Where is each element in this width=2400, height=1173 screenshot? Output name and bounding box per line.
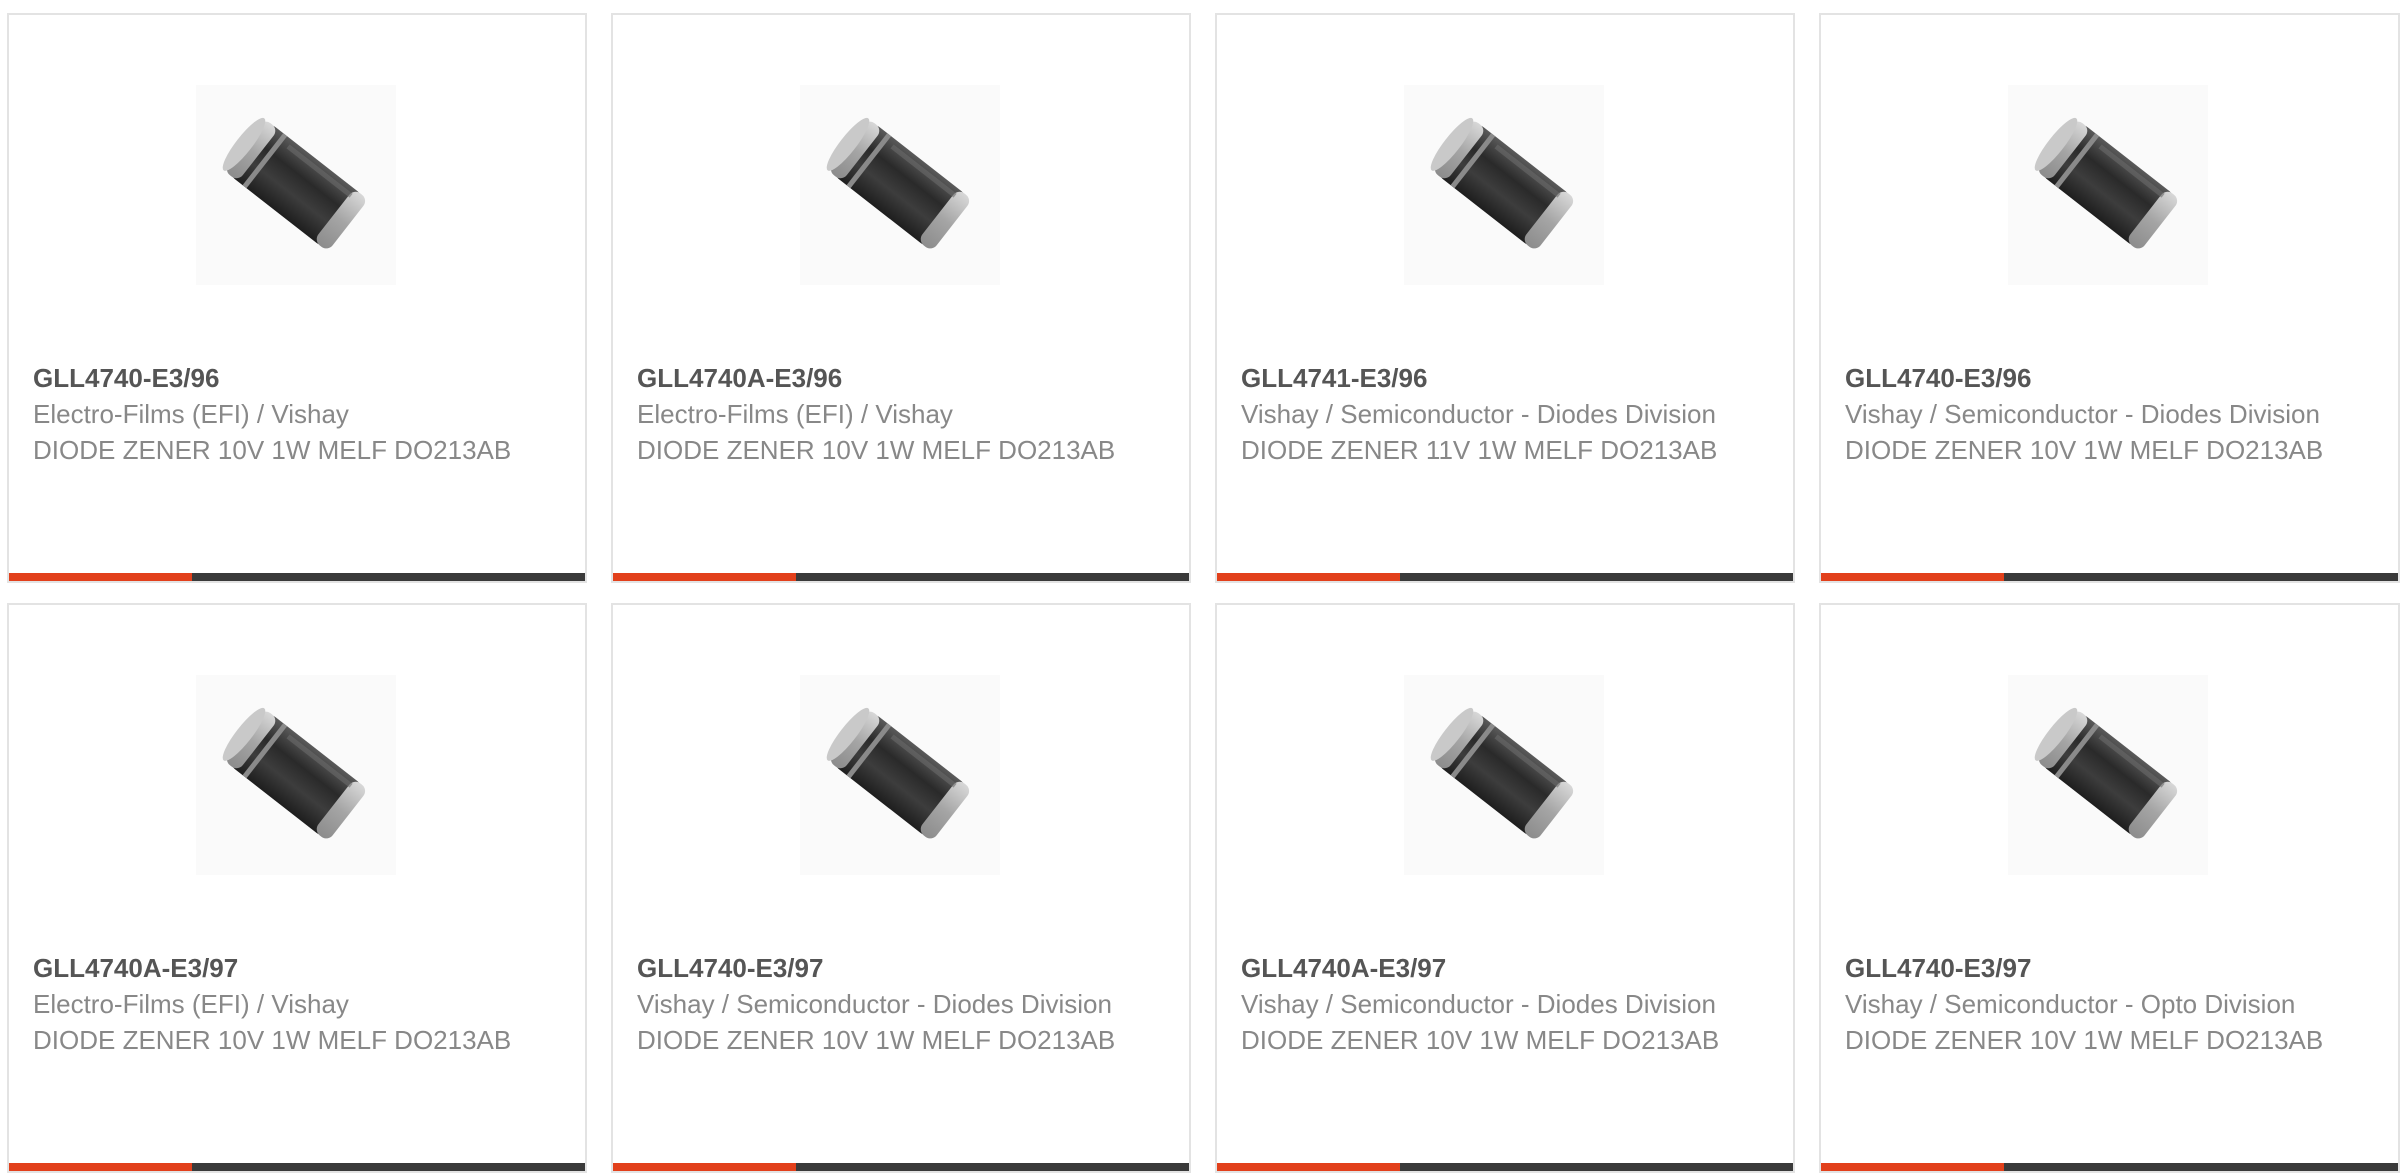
description: DIODE ZENER 10V 1W MELF DO213AB <box>1241 1025 1720 1055</box>
manufacturer: Electro-Films (EFI) / Vishay <box>33 989 349 1019</box>
part-number[interactable]: GLL4740-E3/97 <box>1845 950 2345 986</box>
product-card[interactable]: GLL4740A-E3/96 Electro-Films (EFI) / Vis… <box>611 13 1191 583</box>
melf-diode-icon <box>2029 113 2181 252</box>
melf-diode-icon <box>217 113 369 252</box>
melf-diode-icon <box>821 113 973 252</box>
card-accent-bar <box>613 573 1189 581</box>
card-accent-bar <box>1821 573 2398 581</box>
description: DIODE ZENER 10V 1W MELF DO213AB <box>1845 1025 2324 1055</box>
product-image <box>196 675 396 875</box>
card-accent-bar <box>1217 573 1793 581</box>
card-accent-highlight <box>613 1163 796 1171</box>
product-image <box>1404 675 1604 875</box>
melf-diode-icon <box>217 703 369 842</box>
product-card[interactable]: GLL4740A-E3/97 Electro-Films (EFI) / Vis… <box>7 603 587 1173</box>
product-image <box>196 85 396 285</box>
product-image <box>2008 85 2208 285</box>
product-card[interactable]: GLL4740-E3/97 Vishay / Semiconductor - O… <box>1819 603 2400 1173</box>
product-card[interactable]: GLL4740A-E3/97 Vishay / Semiconductor - … <box>1215 603 1795 1173</box>
part-number[interactable]: GLL4740-E3/96 <box>1845 360 2345 396</box>
manufacturer: Vishay / Semiconductor - Diodes Division <box>1241 399 1716 429</box>
card-accent-highlight <box>1217 573 1400 581</box>
description: DIODE ZENER 11V 1W MELF DO213AB <box>1241 435 1718 465</box>
product-image <box>2008 675 2208 875</box>
product-image <box>800 85 1000 285</box>
product-card[interactable]: GLL4740-E3/97 Vishay / Semiconductor - D… <box>611 603 1191 1173</box>
product-image <box>800 675 1000 875</box>
melf-diode-icon <box>2029 703 2181 842</box>
card-accent-highlight <box>1217 1163 1400 1171</box>
card-accent-bar <box>9 1163 585 1171</box>
product-card[interactable]: GLL4741-E3/96 Vishay / Semiconductor - D… <box>1215 13 1795 583</box>
card-accent-bar <box>1217 1163 1793 1171</box>
part-number[interactable]: GLL4740A-E3/97 <box>33 950 533 986</box>
part-number[interactable]: GLL4741-E3/96 <box>1241 360 1741 396</box>
part-number[interactable]: GLL4740-E3/96 <box>33 360 533 396</box>
description: DIODE ZENER 10V 1W MELF DO213AB <box>637 1025 1116 1055</box>
product-card[interactable]: GLL4740-E3/96 Electro-Films (EFI) / Vish… <box>7 13 587 583</box>
card-accent-highlight <box>9 1163 192 1171</box>
manufacturer: Vishay / Semiconductor - Diodes Division <box>637 989 1112 1019</box>
card-accent-bar <box>1821 1163 2398 1171</box>
card-accent-bar <box>613 1163 1189 1171</box>
manufacturer: Electro-Films (EFI) / Vishay <box>33 399 349 429</box>
card-accent-highlight <box>613 573 796 581</box>
melf-diode-icon <box>821 703 973 842</box>
card-accent-highlight <box>9 573 192 581</box>
part-number[interactable]: GLL4740A-E3/96 <box>637 360 1137 396</box>
description: DIODE ZENER 10V 1W MELF DO213AB <box>33 435 512 465</box>
melf-diode-icon <box>1425 703 1577 842</box>
product-image <box>1404 85 1604 285</box>
manufacturer: Vishay / Semiconductor - Opto Division <box>1845 989 2296 1019</box>
card-accent-highlight <box>1821 573 2004 581</box>
part-number[interactable]: GLL4740-E3/97 <box>637 950 1137 986</box>
manufacturer: Vishay / Semiconductor - Diodes Division <box>1241 989 1716 1019</box>
manufacturer: Electro-Films (EFI) / Vishay <box>637 399 953 429</box>
description: DIODE ZENER 10V 1W MELF DO213AB <box>33 1025 512 1055</box>
product-card[interactable]: GLL4740-E3/96 Vishay / Semiconductor - D… <box>1819 13 2400 583</box>
product-grid: GLL4740-E3/96 Electro-Films (EFI) / Vish… <box>0 0 2400 1173</box>
manufacturer: Vishay / Semiconductor - Diodes Division <box>1845 399 2320 429</box>
description: DIODE ZENER 10V 1W MELF DO213AB <box>1845 435 2324 465</box>
card-accent-bar <box>9 573 585 581</box>
card-accent-highlight <box>1821 1163 2004 1171</box>
melf-diode-icon <box>1425 113 1577 252</box>
part-number[interactable]: GLL4740A-E3/97 <box>1241 950 1741 986</box>
description: DIODE ZENER 10V 1W MELF DO213AB <box>637 435 1116 465</box>
